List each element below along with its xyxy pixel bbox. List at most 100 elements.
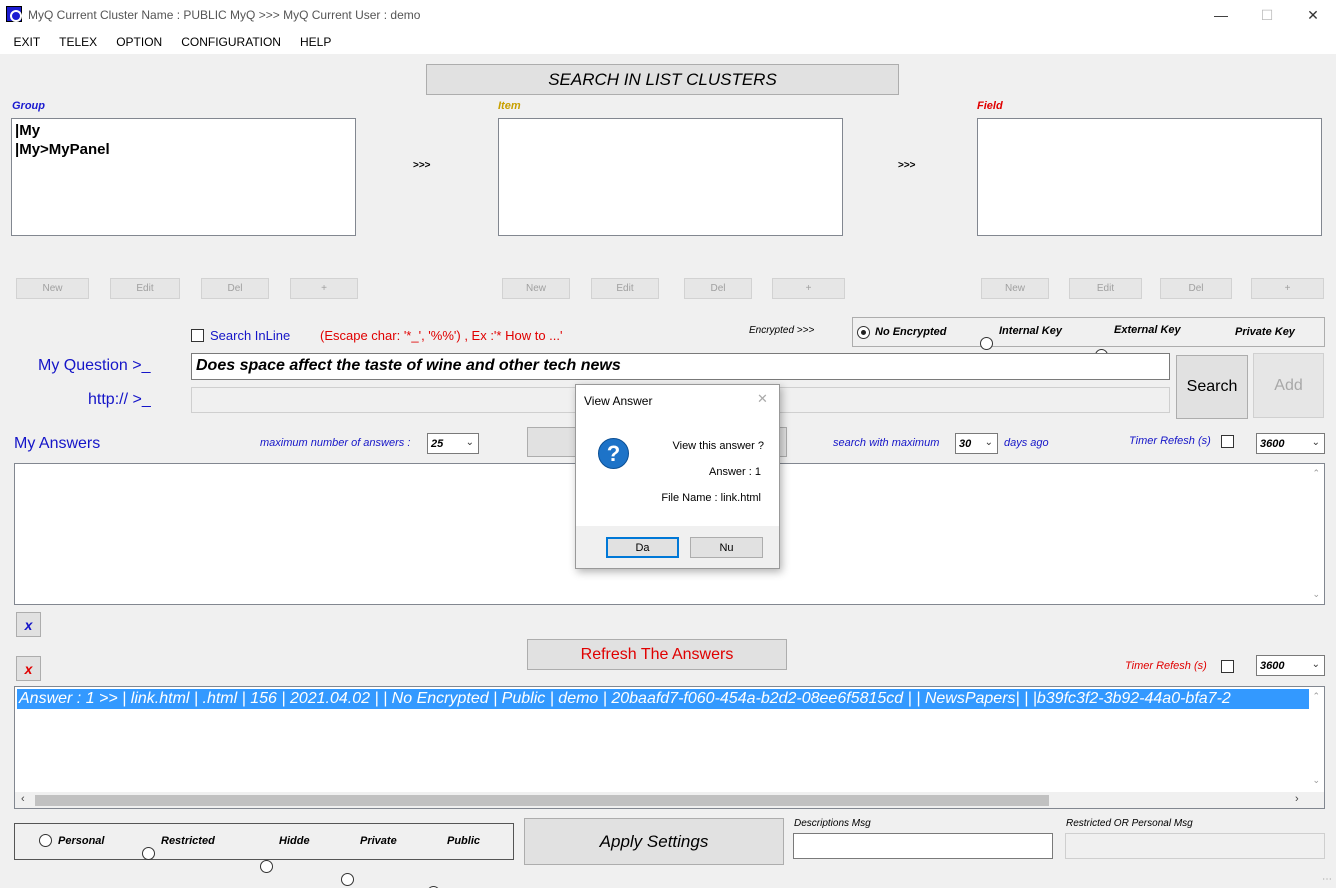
timer2-label: Timer Refesh (s) [1125, 660, 1207, 672]
menu-telex[interactable]: TELEX [50, 35, 107, 49]
item-edit-button[interactable]: Edit [591, 278, 659, 299]
field-del-button[interactable]: Del [1160, 278, 1232, 299]
group-del-button[interactable]: Del [201, 278, 269, 299]
item-new-button[interactable]: New [502, 278, 570, 299]
group-plus-button[interactable]: + [290, 278, 358, 299]
timer2-select[interactable]: 3600 ⌄ [1256, 655, 1325, 676]
item-del-button[interactable]: Del [684, 278, 752, 299]
days-ago-label: days ago [1004, 437, 1049, 449]
apply-settings-button[interactable]: Apply Settings [524, 818, 784, 865]
scroll-up-icon[interactable]: ⌃ [1312, 691, 1320, 702]
descriptions-msg-input[interactable] [793, 833, 1053, 859]
timer-label: Timer Refesh (s) [1129, 435, 1211, 447]
encryption-group: No Encrypted Internal Key External Key P… [852, 317, 1325, 377]
add-button[interactable]: Add [1253, 353, 1324, 418]
timer-select[interactable]: 3600 ⌄ [1256, 433, 1325, 454]
radio-no-encrypted[interactable] [857, 326, 870, 339]
maximize-button[interactable]: ☐ [1244, 0, 1290, 30]
group-list[interactable]: |My |My>MyPanel [11, 118, 356, 236]
dialog-footer: Da Nu [576, 526, 779, 568]
menu-help[interactable]: HELP [290, 35, 340, 49]
result-row[interactable]: Answer : 1 >> | link.html | .html | 156 … [17, 689, 1309, 709]
scroll-right-icon[interactable]: › [1295, 793, 1299, 805]
dialog-line1: View this answer ? [672, 440, 764, 452]
title-bar: MyQ Current Cluster Name : PUBLIC MyQ >>… [0, 0, 1336, 30]
chevron-down-icon: ⌄ [1311, 437, 1320, 448]
menu-exit[interactable]: EXIT [4, 35, 50, 49]
visibility-group: Personal Restricted Hidde Private Public [14, 823, 514, 888]
scroll-thumb[interactable] [35, 795, 1049, 806]
field-plus-button[interactable]: + [1251, 278, 1324, 299]
item-to-field-arrow: >>> [898, 160, 916, 171]
group-edit-button[interactable]: Edit [110, 278, 180, 299]
horizontal-scrollbar[interactable]: ‹ › [15, 792, 1324, 808]
list-item[interactable]: |My>MyPanel [15, 140, 352, 159]
list-item[interactable]: |My [15, 121, 352, 140]
group-label: Group [12, 100, 45, 112]
question-input[interactable]: Does space affect the taste of wine and … [191, 353, 1170, 380]
dialog-line2: Answer : 1 [709, 466, 761, 478]
restricted-msg-label: Restricted OR Personal Msg [1066, 818, 1193, 829]
item-list[interactable] [498, 118, 843, 236]
scroll-down-icon[interactable]: ⌄ [1312, 775, 1320, 786]
field-list[interactable] [977, 118, 1322, 236]
timer2-checkbox[interactable] [1221, 660, 1234, 673]
radio-label: Private Key [1235, 326, 1295, 338]
results-list[interactable]: Answer : 1 >> | link.html | .html | 156 … [14, 686, 1325, 809]
max-answers-select[interactable]: 25 ⌄ [427, 433, 479, 454]
radio-label: Internal Key [999, 325, 1062, 337]
dialog-no-button[interactable]: Nu [690, 537, 763, 558]
search-clusters-button[interactable]: SEARCH IN LIST CLUSTERS [426, 64, 899, 95]
resize-grip-icon[interactable]: ⋯ [1322, 874, 1332, 885]
radio-label: No Encrypted [875, 326, 947, 338]
chevron-down-icon: ⌄ [1311, 659, 1320, 670]
radio-hidde[interactable] [260, 860, 273, 873]
restricted-msg-input[interactable] [1065, 833, 1325, 859]
close-button[interactable]: ✕ [1290, 0, 1336, 30]
clear-answers-button[interactable]: x [16, 612, 41, 637]
menu-bar: EXIT TELEX OPTION CONFIGURATION HELP [0, 30, 1336, 54]
field-new-button[interactable]: New [981, 278, 1049, 299]
dialog-title: View Answer [584, 394, 653, 408]
url-label: http:// >_ [88, 391, 151, 408]
view-answer-dialog: View Answer ✕ ? View this answer ? Answe… [575, 384, 780, 569]
radio-label: Personal [58, 835, 105, 847]
refresh-answers-button[interactable]: Refresh The Answers [527, 639, 787, 670]
window-title: MyQ Current Cluster Name : PUBLIC MyQ >>… [28, 8, 421, 22]
radio-restricted[interactable] [142, 847, 155, 860]
clear-results-button[interactable]: x [16, 656, 41, 681]
chevron-down-icon: ⌄ [465, 437, 474, 448]
dialog-close-button[interactable]: ✕ [757, 391, 768, 407]
scroll-up-icon[interactable]: ⌃ [1312, 468, 1320, 479]
escape-hint: (Escape char: '*_', '%%') , Ex :'* How t… [320, 328, 563, 343]
scroll-left-icon[interactable]: ‹ [21, 793, 25, 805]
search-max-select[interactable]: 30 ⌄ [955, 433, 998, 454]
search-max-label: search with maximum [833, 437, 940, 449]
select-value: 3600 [1260, 659, 1285, 672]
select-value: 25 [431, 437, 444, 450]
group-new-button[interactable]: New [16, 278, 89, 299]
dialog-line3: File Name : link.html [661, 492, 761, 504]
radio-private[interactable] [341, 873, 354, 886]
question-icon: ? [598, 438, 629, 469]
menu-configuration[interactable]: CONFIGURATION [172, 35, 291, 49]
radio-internal-key[interactable] [980, 337, 993, 350]
radio-personal[interactable] [39, 834, 52, 847]
menu-option[interactable]: OPTION [107, 35, 172, 49]
field-edit-button[interactable]: Edit [1069, 278, 1142, 299]
radio-label: Public [447, 835, 481, 847]
search-button[interactable]: Search [1176, 355, 1248, 419]
search-inline-checkbox[interactable] [191, 329, 204, 342]
field-label: Field [977, 100, 1003, 112]
encrypted-label: Encrypted >>> [749, 325, 815, 336]
answers-label: My Answers [14, 435, 101, 452]
minimize-button[interactable]: — [1198, 0, 1244, 30]
item-plus-button[interactable]: + [772, 278, 845, 299]
scroll-down-icon[interactable]: ⌄ [1312, 589, 1320, 600]
dialog-yes-button[interactable]: Da [606, 537, 679, 558]
timer-checkbox[interactable] [1221, 435, 1234, 448]
max-answers-label: maximum number of answers : [260, 437, 411, 449]
question-label: My Question >_ [38, 357, 151, 374]
radio-label: External Key [1114, 324, 1181, 336]
app-icon [6, 6, 22, 22]
